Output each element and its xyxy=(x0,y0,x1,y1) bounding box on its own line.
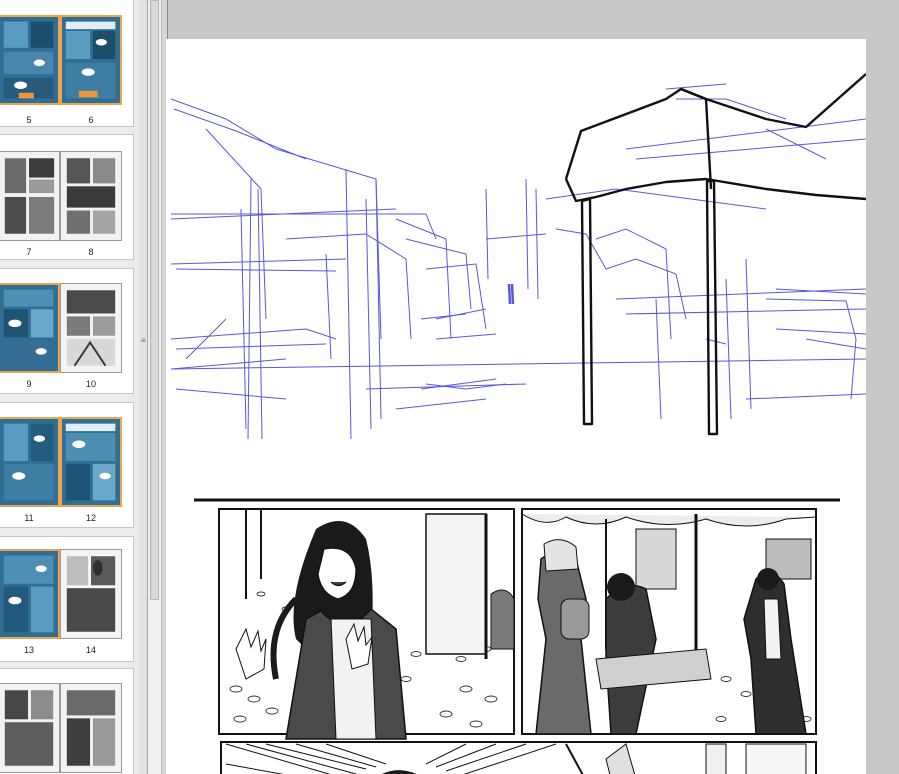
page-thumbnail-art xyxy=(62,17,120,103)
page-number-label: 10 xyxy=(85,379,96,389)
page-spread-next[interactable] xyxy=(0,668,134,774)
page-number-label: 13 xyxy=(23,645,34,655)
comic-panel-2 xyxy=(521,508,817,735)
page-thumbnail-5[interactable] xyxy=(0,15,60,105)
thumbnail-scrollbar[interactable] xyxy=(148,0,162,774)
blue-sketch-layer xyxy=(170,83,866,440)
page-spread-11-12[interactable]: 11 12 xyxy=(0,402,134,528)
page-thumbnail-art xyxy=(62,419,120,505)
comic-editor-window: 5 6 7 8 9 10 11 12 13 14 ≡ xyxy=(0,0,899,774)
page-number-label: 9 xyxy=(26,379,32,389)
page-thumbnail-16[interactable] xyxy=(60,683,122,773)
page-number-label: 14 xyxy=(85,645,96,655)
page-thumbnail-7[interactable] xyxy=(0,151,60,241)
page-thumbnail-art xyxy=(61,152,121,240)
page-thumbnail-13[interactable] xyxy=(0,549,60,639)
page-number-label: 6 xyxy=(88,115,94,125)
inked-awning xyxy=(564,73,866,436)
comic-panel-3 xyxy=(220,741,817,774)
page-spread-7-6[interactable]: 7 8 xyxy=(0,134,134,260)
page-thumbnail-art xyxy=(0,17,58,103)
page-number-label: 8 xyxy=(88,247,94,257)
page-spread-13-14[interactable]: 13 14 xyxy=(0,536,134,662)
page-thumbnail-art xyxy=(61,684,121,772)
page-thumbnail-art xyxy=(0,551,58,637)
page-spread-9-10[interactable]: 9 10 xyxy=(0,268,134,394)
page-number-label: 12 xyxy=(85,513,96,523)
page-number-label: 5 xyxy=(26,115,32,125)
page-thumbnail-12[interactable] xyxy=(60,417,122,507)
page-thumbnail-art xyxy=(61,550,121,638)
page-thumbnail-14[interactable] xyxy=(60,549,122,639)
page-number-label: 7 xyxy=(26,247,32,257)
page-thumbnail-art xyxy=(61,284,121,372)
comic-panel-1 xyxy=(218,508,515,740)
page-thumbnail-11[interactable] xyxy=(0,417,60,507)
page-spread-5-6[interactable]: 5 6 xyxy=(0,0,134,127)
page-thumbnail-panel[interactable]: 5 6 7 8 9 10 11 12 13 14 xyxy=(0,0,140,774)
page-thumbnail-9[interactable] xyxy=(0,283,60,373)
page-thumbnail-art xyxy=(0,419,58,505)
comic-page-canvas[interactable] xyxy=(166,39,866,774)
splitter-grip-icon[interactable]: ≡ xyxy=(141,337,146,345)
page-number-label: 11 xyxy=(24,513,34,523)
page-thumbnail-10[interactable] xyxy=(60,283,122,373)
canvas-workspace[interactable] xyxy=(162,0,899,774)
thumbnail-scrollbar-thumb[interactable] xyxy=(150,0,159,600)
page-thumbnail-8[interactable] xyxy=(60,151,122,241)
panel-splitter[interactable]: ≡ xyxy=(139,0,148,774)
page-thumbnail-art xyxy=(0,285,58,371)
page-thumbnail-6[interactable] xyxy=(60,15,122,105)
page-thumbnail-art xyxy=(0,684,59,772)
page-thumbnail-15[interactable] xyxy=(0,683,60,773)
page-artwork xyxy=(170,73,866,774)
page-thumbnail-art xyxy=(0,152,59,240)
